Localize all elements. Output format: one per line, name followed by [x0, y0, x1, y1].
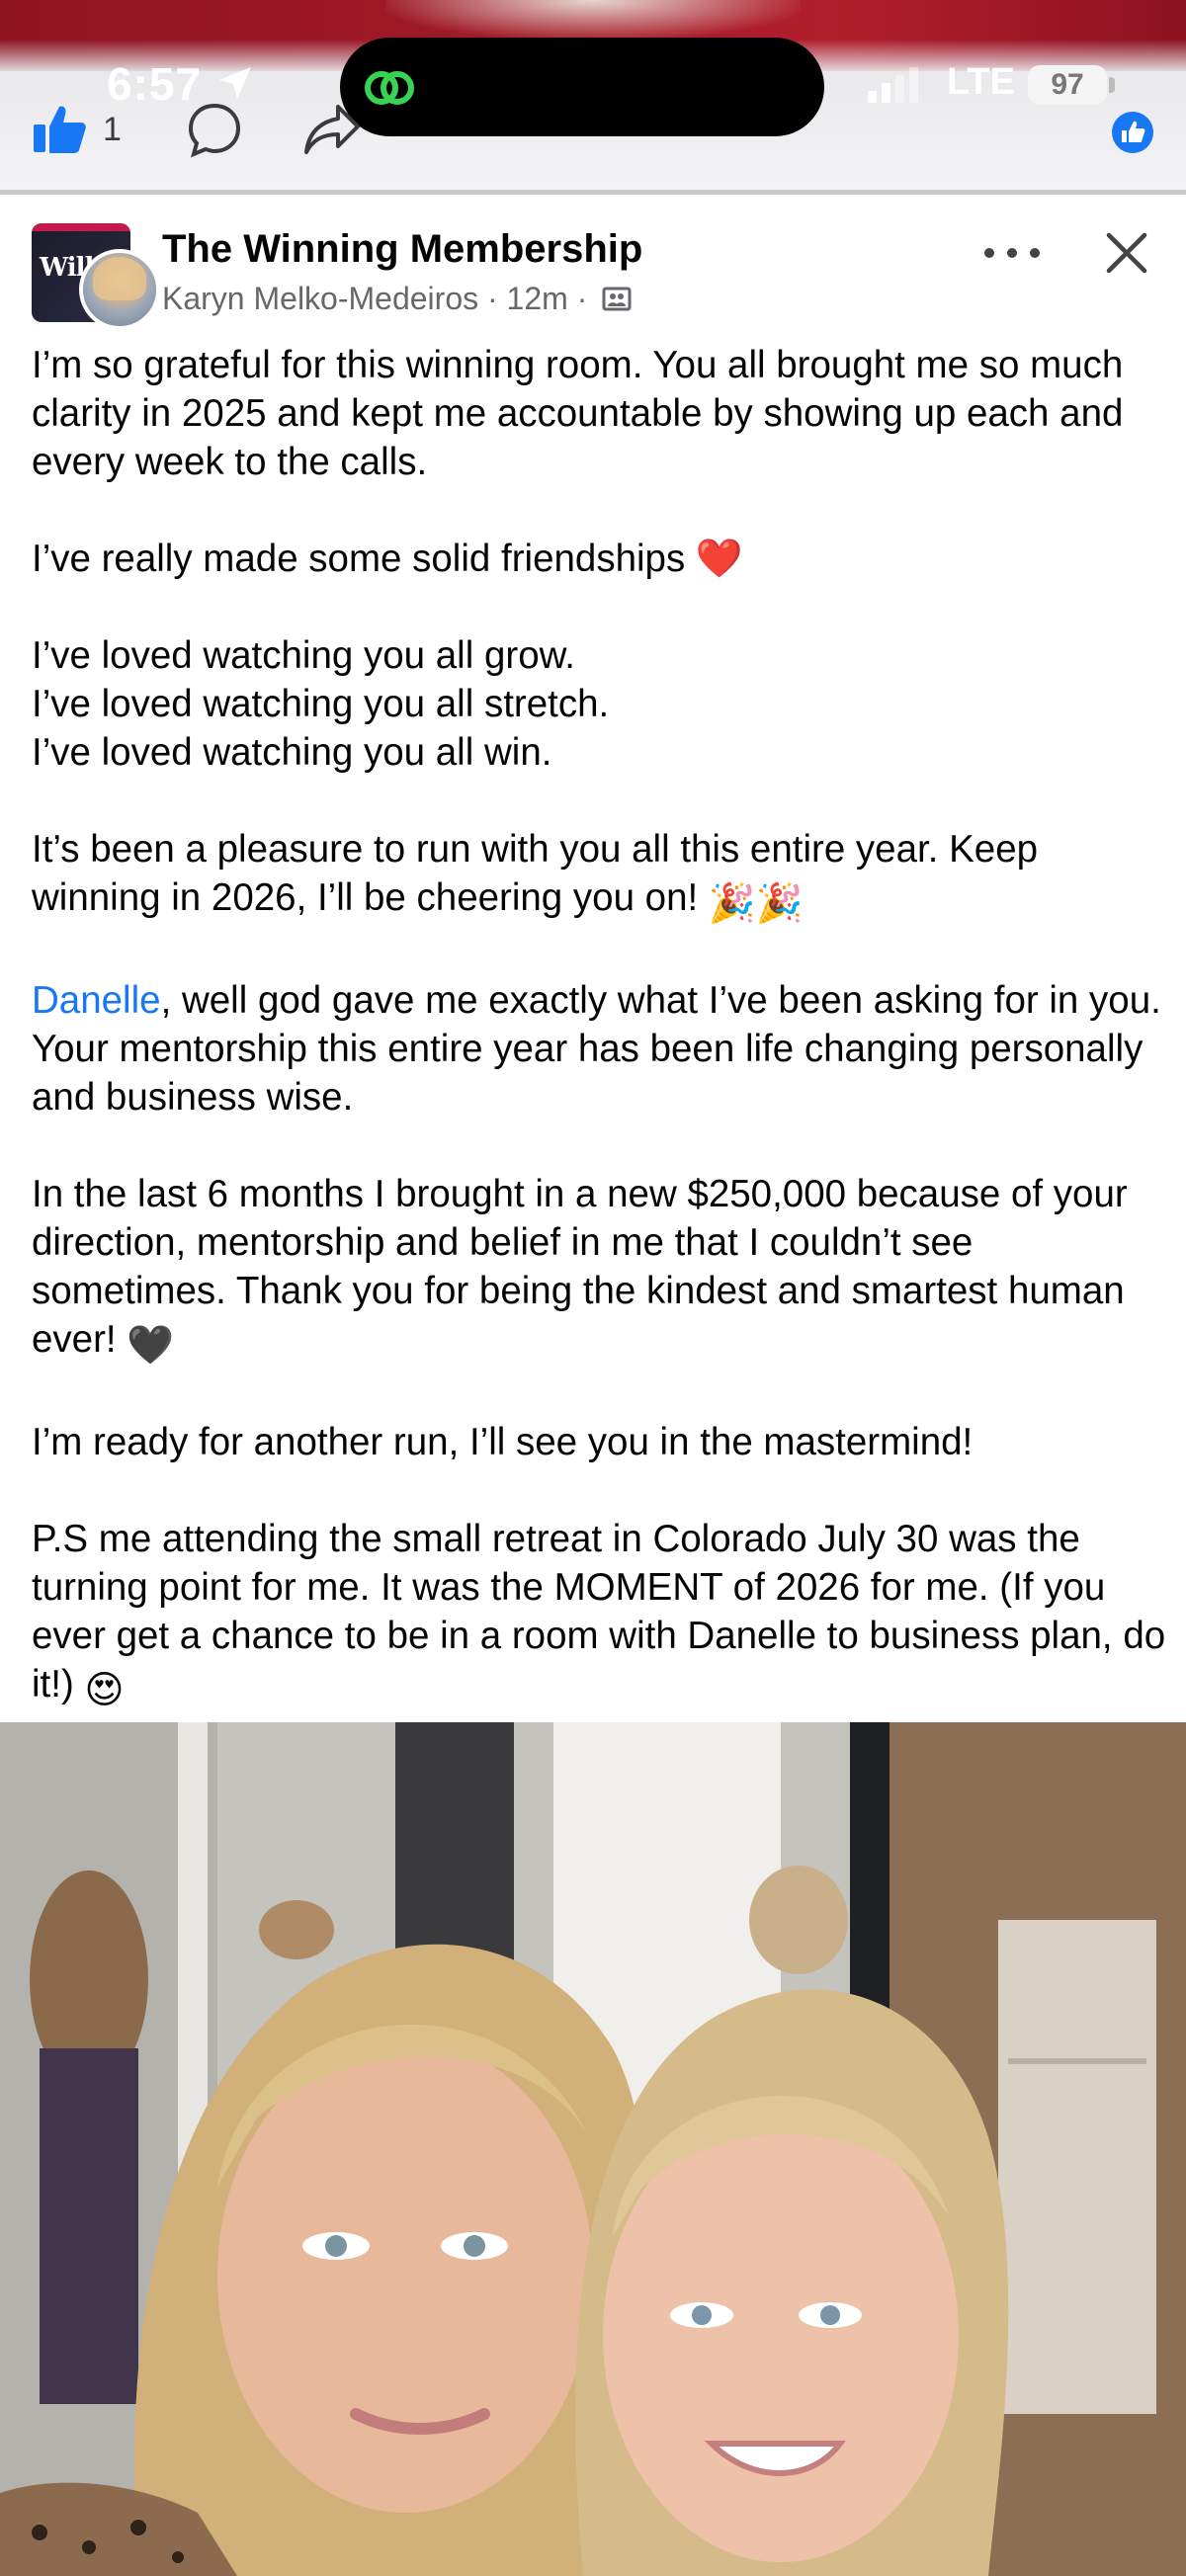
audience-icon — [602, 287, 632, 311]
party-emoji: 🎉🎉 — [708, 882, 804, 925]
heart-eyes-emoji: 😍 — [84, 1669, 125, 1711]
signal-icon — [868, 67, 918, 103]
post-meta: Karyn Melko-Medeiros · 12m · — [162, 281, 632, 317]
paragraph: Danelle, well god gave me exactly what I… — [32, 979, 1161, 1119]
like-count: 1 — [103, 111, 122, 148]
post-text: I’m so grateful for this winning room. Y… — [32, 341, 1168, 1714]
post-time[interactable]: 12m — [507, 281, 568, 316]
author-name[interactable]: Karyn Melko-Medeiros — [162, 281, 478, 316]
paragraph: In the last 6 months I brought in a new … — [32, 1170, 1168, 1370]
black-heart-emoji: 🖤 — [127, 1324, 175, 1367]
meta-separator: · — [487, 281, 498, 316]
like-badge-icon — [1112, 112, 1153, 153]
paragraph: I’ve really made some solid friendships … — [32, 538, 743, 580]
selfie-photo-illustration — [0, 1722, 1186, 2576]
battery-tip — [1109, 77, 1115, 93]
close-icon[interactable] — [1101, 227, 1152, 279]
mention-link[interactable]: Danelle — [32, 979, 161, 1022]
author-avatar[interactable] — [79, 249, 160, 330]
threads-icon — [365, 71, 414, 105]
paragraph: I’ve loved watching you all grow. I’ve l… — [32, 634, 610, 774]
comment-icon[interactable] — [186, 101, 243, 158]
share-icon[interactable] — [302, 101, 362, 158]
group-name[interactable]: The Winning Membership — [162, 227, 642, 272]
post-photo[interactable] — [0, 1722, 1186, 2576]
more-icon[interactable] — [984, 233, 1040, 273]
meta-separator: · — [576, 281, 588, 316]
location-arrow-icon — [219, 67, 251, 99]
like-icon[interactable] — [30, 99, 89, 158]
heart-emoji: ❤️ — [695, 538, 743, 580]
paragraph: It’s been a pleasure to run with you all… — [32, 825, 1168, 928]
battery-icon: 97 — [1028, 65, 1107, 105]
paragraph: I’m ready for another run, I’ll see you … — [32, 1421, 974, 1463]
paragraph: I’m so grateful for this winning room. Y… — [32, 344, 1124, 483]
network-type: LTE — [947, 61, 1015, 103]
paragraph: P.S me attending the small retreat in Co… — [32, 1515, 1168, 1714]
